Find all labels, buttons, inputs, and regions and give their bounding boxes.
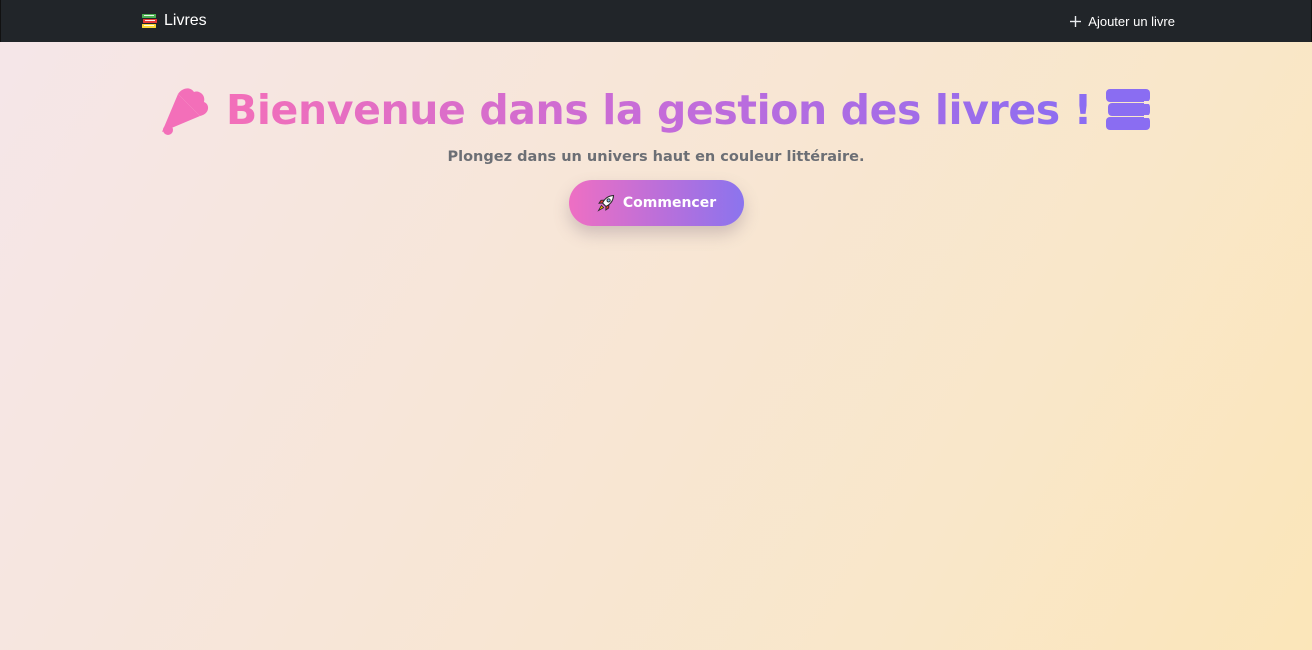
- plus-icon: [1070, 15, 1082, 27]
- add-book-label: Ajouter un livre: [1088, 13, 1175, 29]
- page-title-text: Bienvenue dans la gestion des livres !: [226, 86, 1092, 134]
- tagline: Plongez dans un univers haut en couleur …: [447, 149, 865, 165]
- brand-link[interactable]: Livres: [141, 0, 207, 42]
- start-button[interactable]: Commencer: [568, 180, 744, 226]
- page-title: Bienvenue dans la gestion des livres !: [160, 80, 1152, 140]
- hero-section: Bienvenue dans la gestion des livres ! P…: [0, 80, 1312, 226]
- brand-label: Livres: [164, 12, 207, 29]
- books-icon: [142, 14, 157, 28]
- navbar: Livres Ajouter un livre: [0, 0, 1312, 42]
- start-button-label: Commencer: [622, 195, 717, 211]
- party-popper-icon: [162, 88, 209, 135]
- rocket-icon: [597, 194, 614, 212]
- books-icon: [1105, 89, 1150, 130]
- add-book-link[interactable]: Ajouter un livre: [1069, 0, 1175, 42]
